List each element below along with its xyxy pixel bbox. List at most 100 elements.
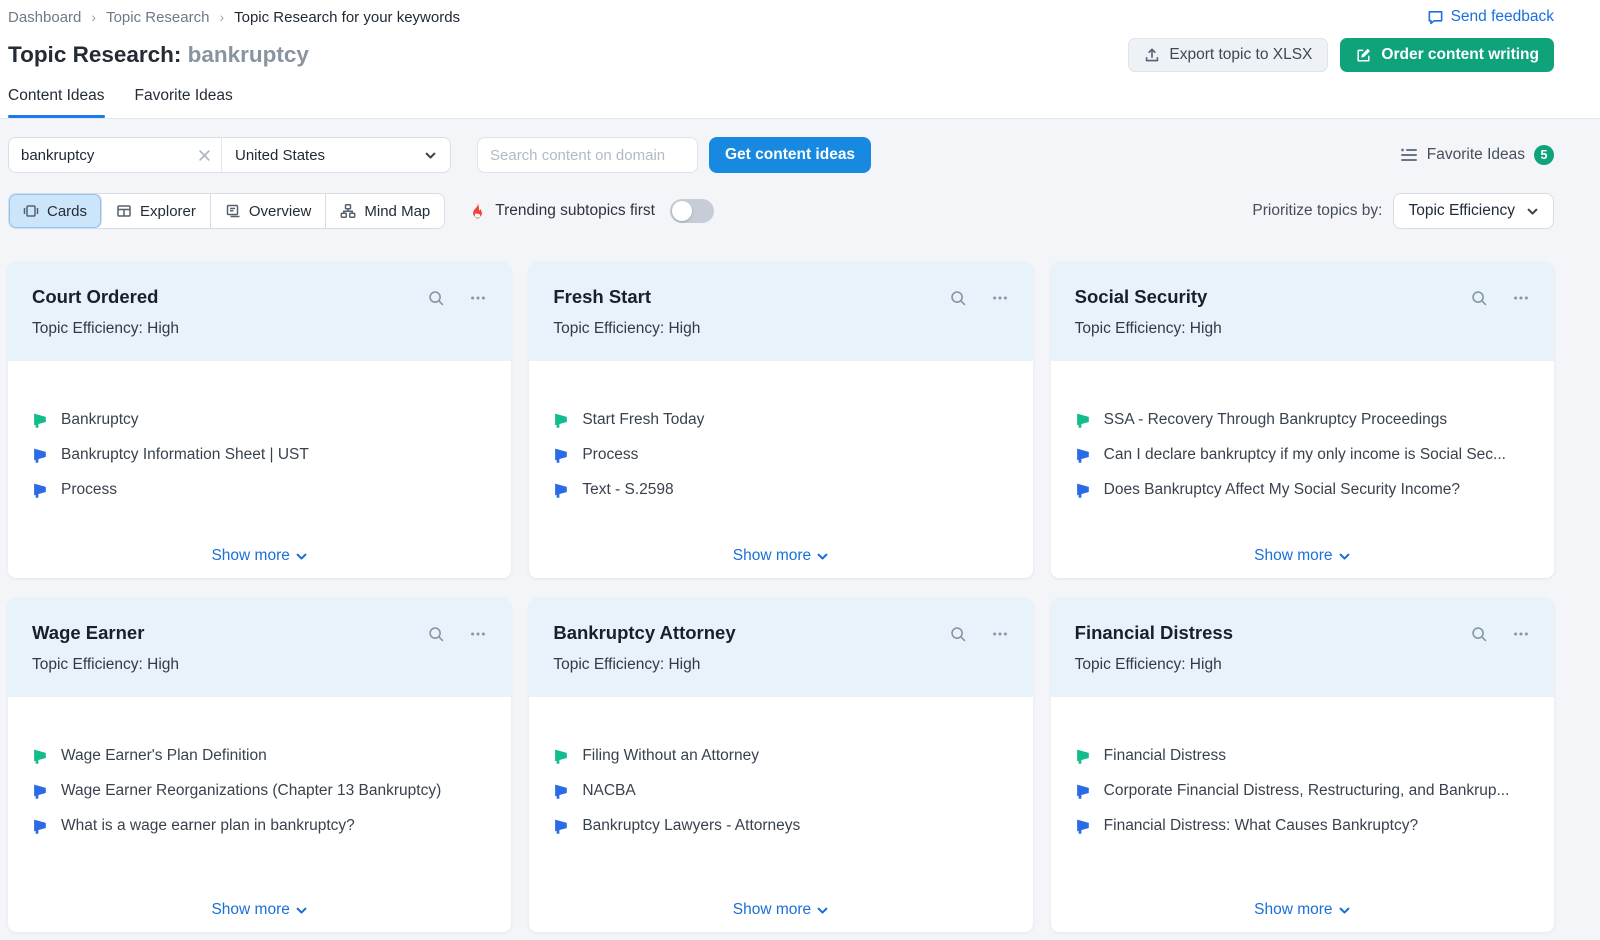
- view-tab-explorer[interactable]: Explorer: [102, 194, 211, 228]
- idea-item[interactable]: Financial Distress: [1075, 747, 1530, 765]
- get-content-ideas-button[interactable]: Get content ideas: [709, 137, 871, 173]
- page-title: Topic Research: bankruptcy: [8, 42, 309, 68]
- idea-item[interactable]: Corporate Financial Distress, Restructur…: [1075, 782, 1530, 800]
- card-title: Bankruptcy Attorney: [553, 622, 735, 644]
- idea-item[interactable]: Filing Without an Attorney: [553, 747, 1008, 765]
- topic-card-social-security: Social Security Topic Efficiency: High S…: [1051, 262, 1554, 578]
- idea-item[interactable]: Bankruptcy: [32, 411, 487, 429]
- card-menu-icon[interactable]: [1512, 625, 1530, 674]
- idea-item[interactable]: SSA - Recovery Through Bankruptcy Procee…: [1075, 411, 1530, 429]
- show-more-label: Show more: [733, 901, 811, 919]
- idea-item[interactable]: Bankruptcy Lawyers - Attorneys: [553, 817, 1008, 835]
- country-value: United States: [235, 147, 325, 164]
- megaphone-icon: [1075, 447, 1092, 464]
- send-feedback-link[interactable]: Send feedback: [1427, 8, 1554, 26]
- idea-item-label: Start Fresh Today: [582, 411, 704, 429]
- idea-item[interactable]: Wage Earner's Plan Definition: [32, 747, 487, 765]
- prioritize-label: Prioritize topics by:: [1252, 202, 1382, 220]
- export-xlsx-button[interactable]: Export topic to XLSX: [1128, 38, 1328, 72]
- country-select[interactable]: United States: [222, 138, 450, 172]
- idea-item[interactable]: Can I declare bankruptcy if my only inco…: [1075, 446, 1530, 464]
- idea-item-label: Wage Earner Reorganizations (Chapter 13 …: [61, 782, 441, 800]
- card-menu-icon[interactable]: [1512, 289, 1530, 338]
- overview-icon: [225, 203, 241, 219]
- megaphone-icon: [1075, 818, 1092, 835]
- card-search-icon[interactable]: [1470, 625, 1488, 674]
- chevron-down-icon: [816, 904, 829, 917]
- topic-cards-grid: Court Ordered Topic Efficiency: High Ban…: [8, 262, 1554, 932]
- show-more-button[interactable]: Show more: [733, 547, 829, 565]
- idea-item[interactable]: Financial Distress: What Causes Bankrupt…: [1075, 817, 1530, 835]
- view-tab-overview[interactable]: Overview: [211, 194, 327, 228]
- idea-item-label: Text - S.2598: [582, 481, 673, 499]
- megaphone-icon: [553, 783, 570, 800]
- card-menu-icon[interactable]: [991, 289, 1009, 338]
- topic-efficiency: Topic Efficiency: High: [553, 320, 700, 338]
- breadcrumb-link-dashboard[interactable]: Dashboard: [8, 9, 81, 26]
- view-switcher: Cards Explorer Overview: [8, 193, 445, 229]
- show-more-button[interactable]: Show more: [1254, 547, 1350, 565]
- idea-item[interactable]: Process: [553, 446, 1008, 464]
- view-tab-cards[interactable]: Cards: [9, 194, 102, 228]
- mindmap-icon: [340, 203, 356, 219]
- card-menu-icon[interactable]: [991, 625, 1009, 674]
- card-search-icon[interactable]: [427, 625, 445, 674]
- prioritize-value: Topic Efficiency: [1408, 202, 1515, 220]
- view-tab-overview-label: Overview: [249, 203, 312, 220]
- card-search-icon[interactable]: [427, 289, 445, 338]
- breadcrumb-link-topic-research[interactable]: Topic Research: [106, 9, 209, 26]
- trending-toggle[interactable]: [670, 199, 714, 223]
- megaphone-icon: [553, 447, 570, 464]
- show-more-button[interactable]: Show more: [211, 547, 307, 565]
- idea-item[interactable]: Wage Earner Reorganizations (Chapter 13 …: [32, 782, 487, 800]
- megaphone-icon: [32, 748, 49, 765]
- show-more-button[interactable]: Show more: [211, 901, 307, 919]
- tab-content-ideas[interactable]: Content Ideas: [8, 87, 105, 118]
- page-header: Dashboard › Topic Research › Topic Resea…: [0, 0, 1600, 119]
- idea-item-label: Financial Distress: What Causes Bankrupt…: [1104, 817, 1418, 835]
- favorite-ideas-button[interactable]: Favorite Ideas 5: [1400, 145, 1554, 165]
- megaphone-icon: [32, 447, 49, 464]
- idea-item[interactable]: NACBA: [553, 782, 1008, 800]
- topic-card-wage-earner: Wage Earner Topic Efficiency: High Wage …: [8, 598, 511, 932]
- tab-favorite-ideas[interactable]: Favorite Ideas: [135, 87, 233, 118]
- idea-item-label: Does Bankruptcy Affect My Social Securit…: [1104, 481, 1460, 499]
- card-title: Social Security: [1075, 286, 1222, 308]
- idea-item-label: Bankruptcy Lawyers - Attorneys: [582, 817, 800, 835]
- idea-item-label: SSA - Recovery Through Bankruptcy Procee…: [1104, 411, 1447, 429]
- idea-item-label: Filing Without an Attorney: [582, 747, 759, 765]
- show-more-button[interactable]: Show more: [1254, 901, 1350, 919]
- card-search-icon[interactable]: [949, 625, 967, 674]
- chevron-down-icon: [1338, 550, 1351, 563]
- idea-item[interactable]: What is a wage earner plan in bankruptcy…: [32, 817, 487, 835]
- show-more-label: Show more: [1254, 547, 1332, 565]
- megaphone-icon: [32, 412, 49, 429]
- edit-icon: [1355, 47, 1372, 64]
- view-tab-mindmap[interactable]: Mind Map: [326, 194, 444, 228]
- megaphone-icon: [1075, 482, 1092, 499]
- order-content-writing-label: Order content writing: [1381, 46, 1539, 64]
- idea-item[interactable]: Process: [32, 481, 487, 499]
- prioritize-select[interactable]: Topic Efficiency: [1393, 193, 1554, 229]
- card-menu-icon[interactable]: [469, 625, 487, 674]
- idea-item[interactable]: Text - S.2598: [553, 481, 1008, 499]
- view-tab-mindmap-label: Mind Map: [364, 203, 430, 220]
- show-more-button[interactable]: Show more: [733, 901, 829, 919]
- megaphone-icon: [1075, 783, 1092, 800]
- clear-icon[interactable]: [198, 149, 211, 162]
- card-title: Financial Distress: [1075, 622, 1233, 644]
- card-search-icon[interactable]: [949, 289, 967, 338]
- domain-search-input[interactable]: [477, 137, 698, 173]
- topic-card-fresh-start: Fresh Start Topic Efficiency: High Start…: [529, 262, 1032, 578]
- card-search-icon[interactable]: [1470, 289, 1488, 338]
- idea-item[interactable]: Start Fresh Today: [553, 411, 1008, 429]
- breadcrumb-separator-icon: ›: [91, 9, 96, 25]
- card-menu-icon[interactable]: [469, 289, 487, 338]
- keyword-country-group: United States: [8, 137, 451, 173]
- keyword-input[interactable]: [21, 147, 198, 164]
- idea-item[interactable]: Does Bankruptcy Affect My Social Securit…: [1075, 481, 1530, 499]
- idea-item[interactable]: Bankruptcy Information Sheet | UST: [32, 446, 487, 464]
- order-content-writing-button[interactable]: Order content writing: [1340, 38, 1554, 72]
- show-more-label: Show more: [211, 901, 289, 919]
- idea-item-label: Process: [61, 481, 117, 499]
